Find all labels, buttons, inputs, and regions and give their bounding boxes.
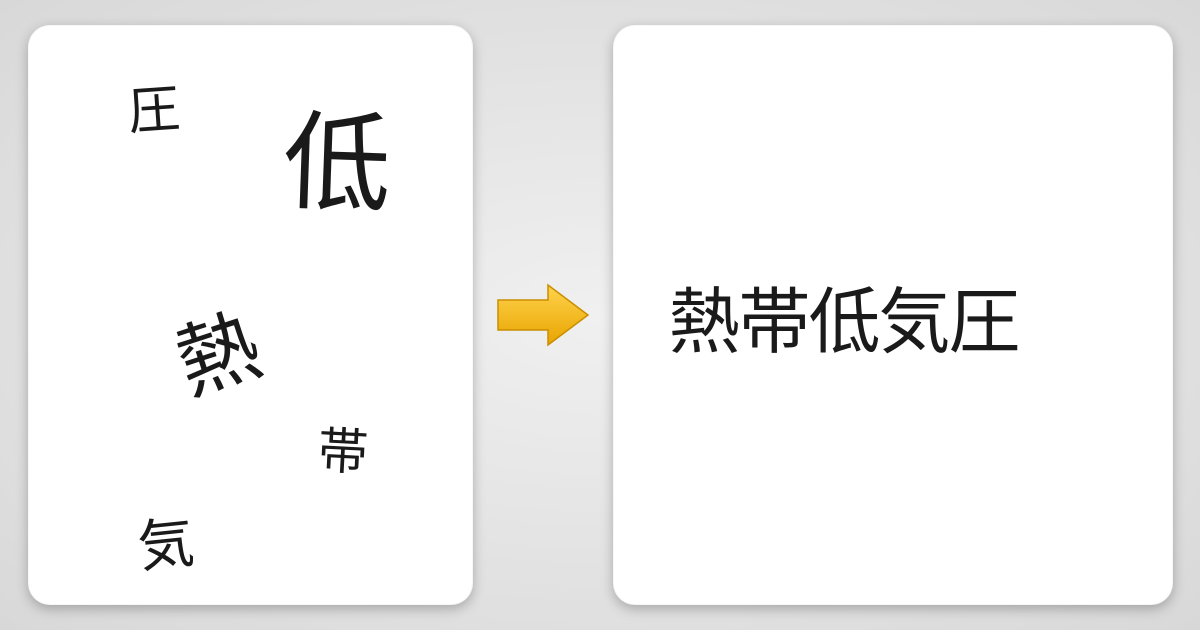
scattered-char-netsu: 熱 bbox=[167, 304, 270, 407]
scattered-char-tei: 低 bbox=[281, 108, 393, 220]
scattered-char-atsu: 圧 bbox=[126, 83, 182, 139]
result-word: 熱帯低気圧 bbox=[669, 263, 1019, 368]
scattered-char-ki: 気 bbox=[135, 514, 197, 576]
scrambled-card: 圧 低 熱 帯 気 bbox=[28, 25, 473, 605]
scattered-char-tai: 帯 bbox=[316, 426, 369, 479]
answer-card: 熱帯低気圧 bbox=[613, 25, 1173, 605]
right-arrow-icon bbox=[493, 280, 593, 350]
